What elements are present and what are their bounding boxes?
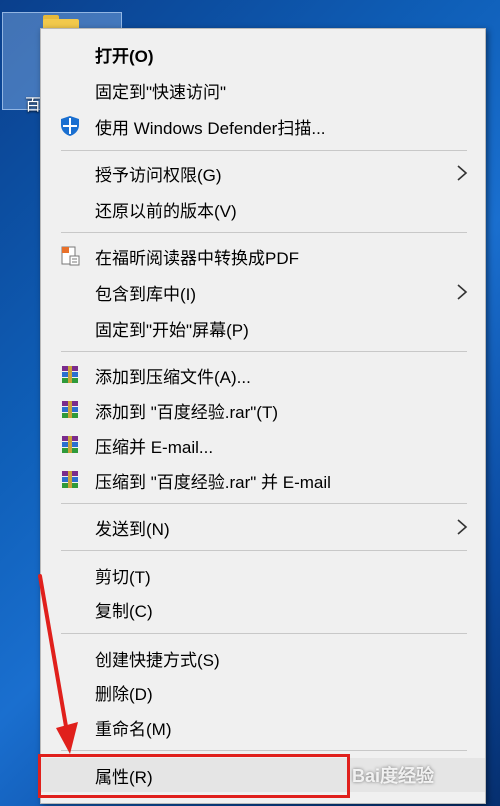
winrar-icon — [62, 436, 78, 453]
watermark: Bai度经验 — [352, 762, 492, 794]
annotation-highlight-box — [38, 754, 350, 798]
desktop-icon-label: 百 — [25, 97, 42, 114]
menu-item-add-rar[interactable]: 添加到 "百度经验.rar"(T) — [41, 393, 485, 427]
menu-item-label: 使用 Windows Defender扫描... — [95, 118, 326, 138]
foxit-pdf-icon — [61, 246, 80, 266]
menu-item-compress-email[interactable]: 压缩并 E-mail... — [41, 428, 485, 462]
menu-item-create-shortcut[interactable]: 创建快捷方式(S) — [41, 641, 485, 675]
menu-item-label: 压缩到 "百度经验.rar" 并 E-mail — [95, 472, 331, 492]
shield-icon — [61, 116, 79, 136]
chevron-right-icon — [457, 284, 468, 300]
menu-separator — [61, 750, 467, 751]
menu-item-compress-rar-email[interactable]: 压缩到 "百度经验.rar" 并 E-mail — [41, 463, 485, 497]
menu-item-cut[interactable]: 剪切(T) — [41, 558, 485, 592]
menu-separator — [61, 232, 467, 233]
menu-item-label: 固定到"快速访问" — [95, 82, 227, 102]
menu-item-label: 发送到(N) — [95, 519, 170, 539]
menu-item-label: 在福昕阅读器中转换成PDF — [95, 248, 299, 268]
menu-item-send-to[interactable]: 发送到(N) — [41, 510, 485, 544]
menu-item-grant-access[interactable]: 授予访问权限(G) — [41, 156, 485, 190]
menu-item-label: 重命名(M) — [95, 719, 172, 739]
context-menu: 打开(O) 固定到"快速访问" 使用 Windows Defender扫描...… — [40, 28, 486, 804]
menu-item-restore-versions[interactable]: 还原以前的版本(V) — [41, 192, 485, 226]
menu-separator — [61, 351, 467, 352]
menu-item-pin-quick-access[interactable]: 固定到"快速访问" — [41, 73, 485, 107]
menu-item-include-library[interactable]: 包含到库中(I) — [41, 275, 485, 309]
menu-item-defender-scan[interactable]: 使用 Windows Defender扫描... — [41, 109, 485, 143]
menu-item-label: 删除(D) — [95, 684, 153, 704]
menu-item-label: 打开(O) — [95, 46, 154, 66]
annotation-arrow — [38, 574, 78, 754]
menu-item-label: 添加到 "百度经验.rar"(T) — [95, 402, 278, 422]
winrar-icon — [62, 366, 78, 383]
watermark-text: Bai度经验 — [352, 766, 435, 786]
menu-separator — [61, 633, 467, 634]
menu-item-open[interactable]: 打开(O) — [41, 37, 485, 71]
menu-item-copy[interactable]: 复制(C) — [41, 592, 485, 626]
menu-separator — [61, 550, 467, 551]
menu-item-label: 剪切(T) — [95, 567, 151, 587]
menu-item-label: 授予访问权限(G) — [95, 165, 222, 185]
menu-separator — [61, 150, 467, 151]
menu-item-label: 固定到"开始"屏幕(P) — [95, 320, 249, 340]
chevron-right-icon — [457, 165, 468, 181]
menu-item-add-archive[interactable]: 添加到压缩文件(A)... — [41, 358, 485, 392]
chevron-right-icon — [457, 519, 468, 535]
menu-item-label: 还原以前的版本(V) — [95, 201, 237, 221]
menu-item-foxit-convert[interactable]: 在福昕阅读器中转换成PDF — [41, 239, 485, 273]
menu-item-label: 添加到压缩文件(A)... — [95, 367, 251, 387]
winrar-icon — [62, 471, 78, 488]
menu-item-label: 包含到库中(I) — [95, 284, 197, 304]
menu-item-label: 压缩并 E-mail... — [95, 437, 214, 457]
menu-separator — [61, 503, 467, 504]
menu-item-pin-start[interactable]: 固定到"开始"屏幕(P) — [41, 311, 485, 345]
menu-item-label: 复制(C) — [95, 601, 153, 621]
menu-item-delete[interactable]: 删除(D) — [41, 675, 485, 709]
menu-item-label: 创建快捷方式(S) — [95, 650, 220, 670]
winrar-icon — [62, 401, 78, 418]
menu-item-rename[interactable]: 重命名(M) — [41, 710, 485, 744]
